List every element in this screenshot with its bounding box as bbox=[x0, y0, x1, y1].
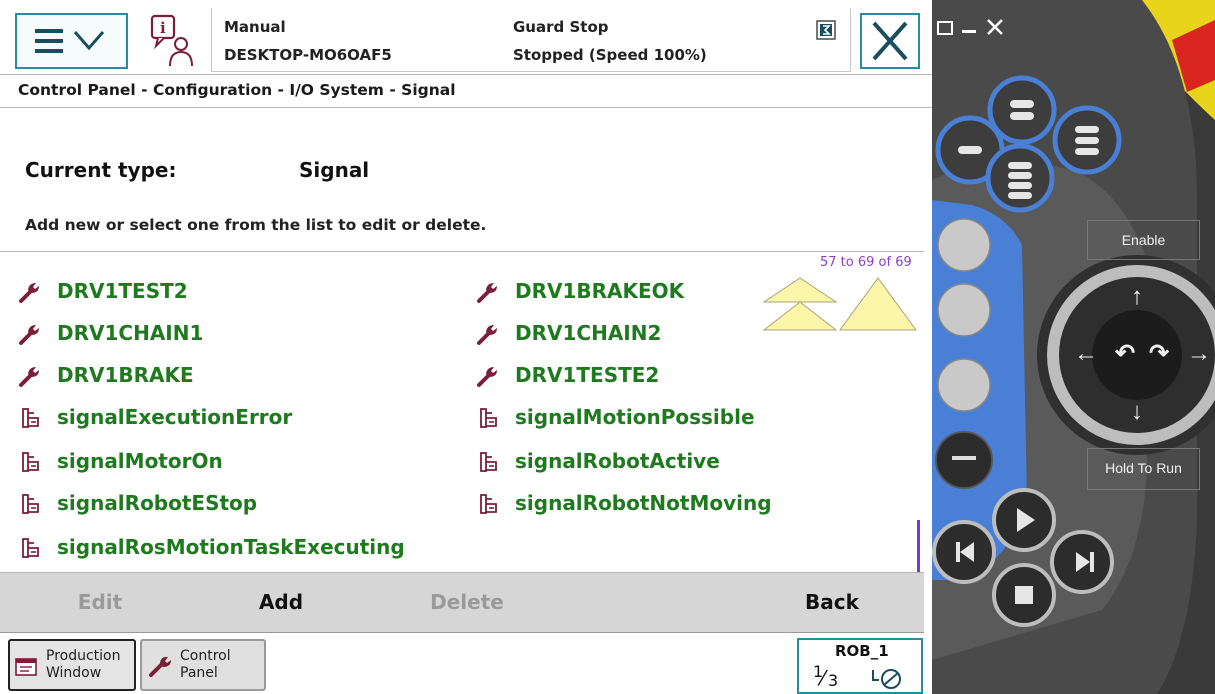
joystick-down-arrow-icon: ↓ bbox=[1131, 398, 1143, 425]
signal-icon bbox=[475, 492, 501, 516]
close-button[interactable] bbox=[860, 13, 920, 69]
controller-state: Guard Stop bbox=[513, 18, 609, 36]
signal-name: DRV1TESTE2 bbox=[515, 363, 660, 387]
robot-coordinate-icon bbox=[872, 669, 901, 689]
signal-list-item[interactable]: signalMotionPossible bbox=[467, 402, 887, 434]
status-bar[interactable]: Manual DESKTOP-MO6OAF5 Guard Stop Stoppe… bbox=[211, 8, 851, 72]
wrench-icon bbox=[475, 322, 501, 346]
page-up-button[interactable] bbox=[762, 277, 838, 331]
wrench-icon bbox=[149, 656, 171, 677]
signal-list-item[interactable]: signalRosMotionTaskExecuting bbox=[9, 532, 429, 564]
flexpendant-hardware: ↑ ↓ ← → ↶ ↷ Enable Hold To Run bbox=[932, 0, 1215, 694]
rotate-cw-icon: ↷ bbox=[1149, 340, 1170, 367]
robot-name: ROB_1 bbox=[835, 642, 889, 660]
top-bar: i Manual DESKTOP-MO6OAF5 Guard Stop Stop… bbox=[0, 0, 932, 74]
signal-name: signalRobotNotMoving bbox=[515, 491, 772, 515]
signal-list-item[interactable]: signalRobotEStop bbox=[9, 488, 429, 520]
signal-list-item[interactable]: DRV1TESTE2 bbox=[467, 360, 887, 392]
rotate-ccw-icon: ↶ bbox=[1115, 340, 1136, 367]
current-type-value: Signal bbox=[299, 158, 370, 182]
control-panel-label-2: Panel bbox=[180, 665, 218, 681]
control-panel-label-1: Control bbox=[180, 648, 231, 664]
signal-list-item[interactable]: signalRobotNotMoving bbox=[467, 488, 887, 520]
signal-name: signalRobotActive bbox=[515, 449, 720, 473]
breadcrumb-text: Control Panel - Configuration - I/O Syst… bbox=[18, 81, 456, 99]
signal-name: signalMotionPossible bbox=[515, 405, 755, 429]
signal-icon bbox=[17, 492, 43, 516]
signal-name: signalRobotEStop bbox=[57, 491, 258, 515]
signal-list-item[interactable]: DRV1TEST2 bbox=[9, 276, 429, 308]
signal-name: DRV1BRAKEOK bbox=[515, 279, 685, 303]
scroll-up-button[interactable] bbox=[839, 277, 917, 331]
operating-mode: Manual bbox=[224, 18, 286, 36]
signal-icon bbox=[17, 536, 43, 560]
enable-button[interactable]: Enable bbox=[1087, 220, 1200, 260]
info-person-icon: i bbox=[150, 14, 193, 67]
joystick-right-arrow-icon: → bbox=[1187, 340, 1211, 367]
signal-name: DRV1BRAKE bbox=[57, 363, 194, 387]
delete-button[interactable]: Delete bbox=[407, 573, 527, 631]
add-button[interactable]: Add bbox=[221, 573, 341, 631]
production-window-task[interactable]: Production Window bbox=[8, 639, 136, 691]
program-state: Stopped (Speed 100%) bbox=[513, 46, 707, 64]
joystick-up-arrow-icon: ↑ bbox=[1131, 283, 1143, 310]
signal-name: signalRosMotionTaskExecuting bbox=[57, 535, 405, 559]
event-log-icon bbox=[816, 20, 836, 40]
page-info: 57 to 69 of 69 bbox=[820, 255, 912, 270]
signal-name: DRV1CHAIN2 bbox=[515, 321, 662, 345]
hold-to-run-label: Hold To Run bbox=[1105, 460, 1182, 476]
wrench-icon bbox=[17, 322, 43, 346]
breadcrumb: Control Panel - Configuration - I/O Syst… bbox=[0, 74, 932, 108]
enable-label: Enable bbox=[1121, 232, 1166, 248]
signal-name: DRV1TEST2 bbox=[57, 279, 188, 303]
svg-text:i: i bbox=[160, 19, 166, 37]
signal-list-item[interactable]: DRV1BRAKE bbox=[9, 360, 429, 392]
signal-name: DRV1CHAIN1 bbox=[57, 321, 204, 345]
wrench-icon bbox=[475, 280, 501, 304]
hold-to-run-button[interactable]: Hold To Run bbox=[1087, 448, 1200, 490]
edit-button[interactable]: Edit bbox=[40, 573, 160, 631]
production-window-label-1: Production bbox=[46, 648, 121, 664]
joystick-left-arrow-icon: ← bbox=[1074, 340, 1098, 367]
taskbar: Production Window Control Panel bbox=[0, 633, 932, 694]
task-fraction-denominator: 3 bbox=[828, 671, 839, 690]
command-bar: Edit Add Delete Back bbox=[0, 573, 924, 633]
signal-name: signalMotorOn bbox=[57, 449, 223, 473]
fraction-slash: ⁄ bbox=[821, 666, 825, 690]
close-icon bbox=[872, 21, 908, 61]
instruction-text: Add new or select one from the list to e… bbox=[25, 216, 487, 234]
wrench-icon bbox=[17, 280, 43, 304]
hamburger-menu-icon bbox=[35, 29, 105, 53]
signal-list-item[interactable]: DRV1CHAIN1 bbox=[9, 318, 429, 350]
signal-icon bbox=[17, 450, 43, 474]
wrench-icon bbox=[475, 364, 501, 388]
signal-list-item[interactable]: signalExecutionError bbox=[9, 402, 429, 434]
scrollbar-thumb[interactable] bbox=[917, 520, 920, 572]
signal-name: signalExecutionError bbox=[57, 405, 293, 429]
signal-icon bbox=[475, 450, 501, 474]
scroll-controls bbox=[762, 277, 917, 331]
wrench-icon bbox=[17, 364, 43, 388]
signal-icon bbox=[475, 406, 501, 430]
control-panel-task[interactable]: Control Panel bbox=[140, 639, 266, 691]
quickset-robot-button[interactable]: ROB_1 1 ⁄ 3 bbox=[797, 638, 923, 694]
signal-list-item[interactable]: signalMotorOn bbox=[9, 446, 429, 478]
current-type-label: Current type: bbox=[25, 158, 177, 182]
signal-list-item[interactable]: signalRobotActive bbox=[467, 446, 887, 478]
production-window-label-2: Window bbox=[46, 665, 102, 681]
main-menu-button[interactable] bbox=[15, 13, 128, 69]
production-window-icon bbox=[15, 658, 37, 676]
controller-name: DESKTOP-MO6OAF5 bbox=[224, 46, 392, 64]
back-button[interactable]: Back bbox=[772, 573, 892, 631]
signal-icon bbox=[17, 406, 43, 430]
flexpendant-screen: i Manual DESKTOP-MO6OAF5 Guard Stop Stop… bbox=[0, 0, 932, 694]
